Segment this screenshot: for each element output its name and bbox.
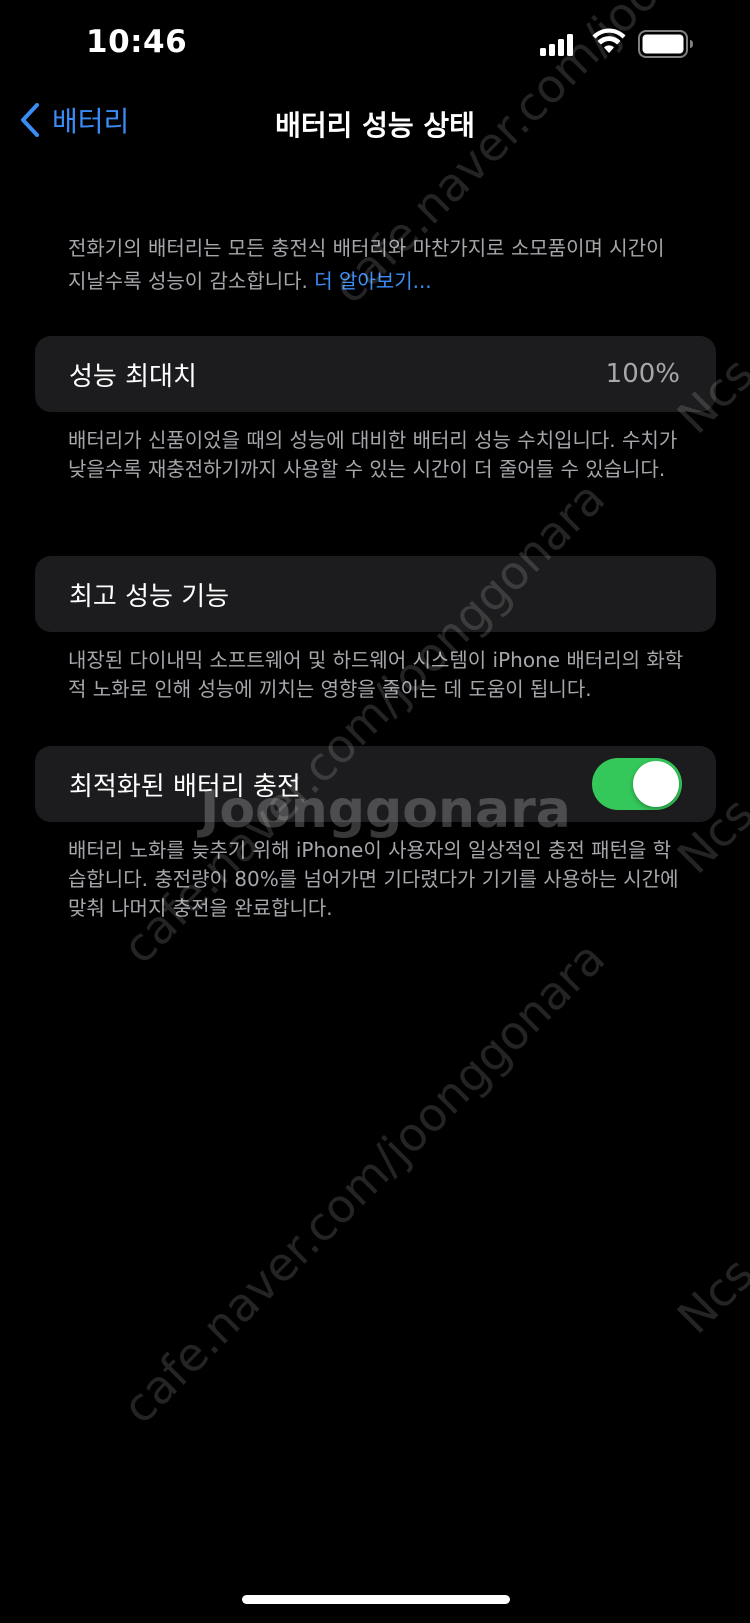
watermark-tag-text: Ncs bbox=[666, 1246, 750, 1344]
peak-performance-label: 최고 성능 기능 bbox=[69, 581, 230, 612]
intro-text: 전화기의 배터리는 모든 충전식 배터리와 마찬가지로 소모품이며 시간이 지날… bbox=[68, 232, 688, 298]
page-title: 배터리 성능 상태 bbox=[275, 109, 475, 142]
maximum-capacity-value: 100% bbox=[605, 359, 680, 389]
status-bar: 10:46 bbox=[0, 0, 750, 90]
maximum-capacity-label: 성능 최대치 bbox=[69, 361, 197, 392]
optimized-charging-label: 최적화된 배터리 충전 bbox=[69, 771, 301, 802]
peak-performance-row: 최고 성능 기능 bbox=[35, 556, 716, 632]
maximum-capacity-footer: 배터리가 신품이었을 때의 성능에 대비한 배터리 성능 수치입니다. 수치가 … bbox=[68, 428, 678, 481]
optimized-charging-row: 최적화된 배터리 충전 bbox=[35, 746, 716, 822]
battery-icon bbox=[638, 30, 693, 58]
maximum-capacity-row: 성능 최대치 100% bbox=[35, 336, 716, 412]
status-time: 10:46 bbox=[86, 24, 188, 60]
wifi-icon bbox=[592, 28, 626, 53]
watermark-site-text: cafe.naver.com/joonggonara bbox=[111, 930, 616, 1434]
optimized-charging-footer: 배터리 노화를 늦추기 위해 iPhone이 사용자의 일상적인 충전 패턴을 … bbox=[68, 838, 679, 920]
home-indicator[interactable] bbox=[242, 1595, 510, 1604]
optimized-charging-toggle[interactable] bbox=[592, 758, 682, 810]
navigation-bar: 배터리 배터리 성능 상태 bbox=[0, 92, 750, 148]
toggle-knob bbox=[633, 761, 679, 807]
cellular-signal-icon bbox=[540, 34, 573, 56]
learn-more-link[interactable]: 더 알아보기... bbox=[314, 269, 431, 293]
peak-performance-footer: 내장된 다이내믹 소프트웨어 및 하드웨어 시스템이 iPhone 배터리의 화… bbox=[68, 648, 684, 701]
